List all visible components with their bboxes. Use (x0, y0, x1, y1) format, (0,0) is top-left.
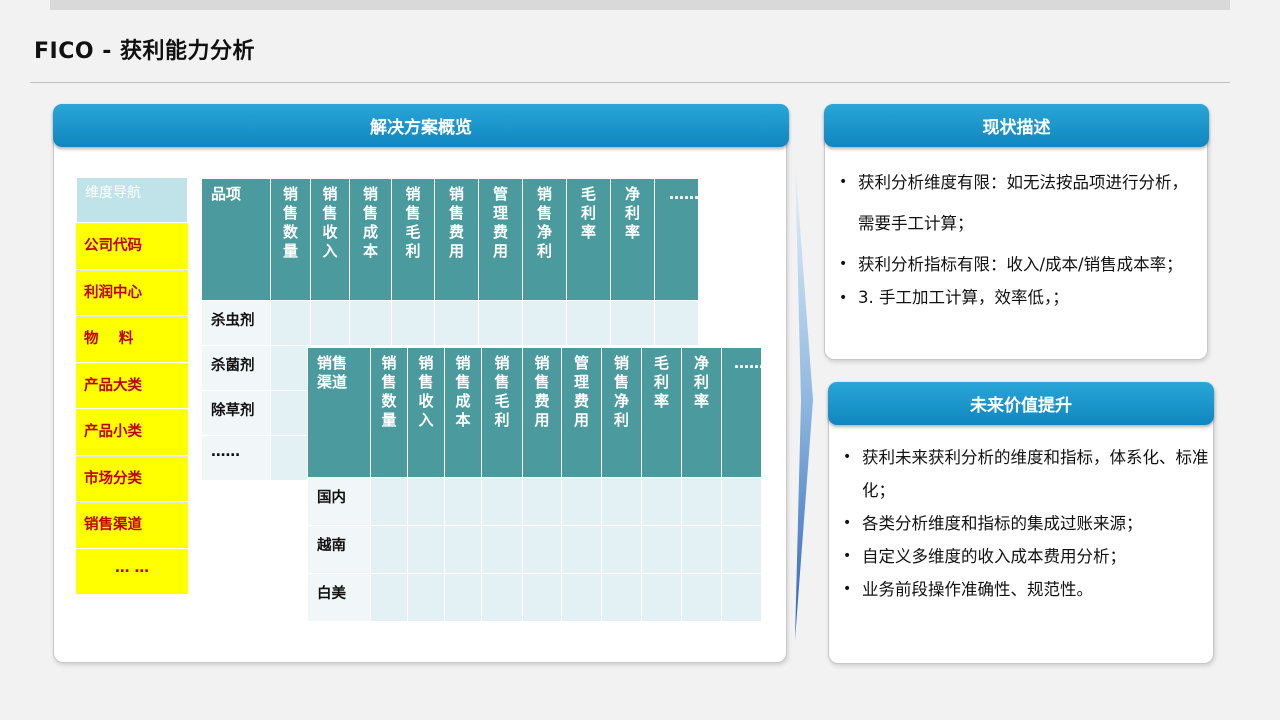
table-row-label: …… (201, 435, 271, 481)
future-value-header: 未来价值提升 (828, 382, 1214, 425)
page-title: FICO - 获利能力分析 (34, 39, 256, 64)
table-header-cell: 销售费用 (522, 347, 562, 478)
table-row-label: 杀虫剂 (201, 300, 271, 346)
table-header-cell: 销售成本 (349, 178, 392, 301)
table-header-cell: …… (654, 178, 699, 301)
table-header-cell: 销售数量 (270, 178, 311, 301)
list-item: 3. 手工加工计算，效率低，； (830, 285, 1200, 311)
dimension-nav: 维度导航 公司代码 利润中心 物 料 产品大类 产品小类 市场分类 销售渠道 …… (76, 177, 188, 595)
table-header-cell: 净利率 (610, 178, 655, 301)
table-header-cell: 销售收入 (310, 178, 350, 301)
list-item: 自定义多维度的收入成本费用分析； (834, 540, 1212, 573)
table-header-cell: 毛利率 (641, 347, 682, 478)
chevron-arrow-icon (795, 160, 813, 640)
dimension-nav-item[interactable]: 利润中心 (76, 269, 188, 316)
dimension-nav-item[interactable]: 市场分类 (76, 455, 188, 502)
table-header-cell: 销售净利 (522, 178, 567, 301)
table-header-cell: 销售收入 (407, 347, 445, 478)
table-header-cell: 销售费用 (434, 178, 479, 301)
table-header-cell: 品项 (201, 178, 271, 301)
table-row-label: 越南 (307, 525, 371, 574)
table-header-cell: …… (721, 347, 764, 478)
table-header-cell: 管理费用 (478, 178, 523, 301)
table-row-label: 国内 (307, 477, 371, 526)
table-header-cell: 销售净利 (601, 347, 642, 478)
title-divider (30, 82, 1230, 83)
table-header-cell: 销售成本 (444, 347, 482, 478)
status-list: 获利分析维度有限：如无法按品项进行分析，需要手工计算； 获利分析指标有限：收入/… (830, 162, 1200, 311)
table-header-cell: 管理费用 (561, 347, 602, 478)
table-header-cell: 销售毛利 (481, 347, 523, 478)
table-header-cell: 销售渠道 (307, 347, 371, 478)
list-item: 获利分析维度有限：如无法按品项进行分析，需要手工计算； (830, 162, 1200, 244)
dimension-nav-item[interactable]: 物 料 (76, 316, 188, 363)
future-value-list: 获利未来获利分析的维度和指标，体系化、标准化； 各类分析维度和指标的集成过账来源… (834, 441, 1212, 606)
dimension-nav-item[interactable]: … … (76, 548, 188, 595)
table-row-label: 杀菌剂 (201, 345, 271, 391)
top-bar (50, 0, 1230, 10)
dimension-nav-item[interactable]: 销售渠道 (76, 502, 188, 549)
table-header-cell: 净利率 (681, 347, 722, 478)
status-header: 现状描述 (824, 104, 1209, 147)
table-row-label: 除草剂 (201, 390, 271, 436)
list-item: 各类分析维度和指标的集成过账来源； (834, 507, 1212, 540)
solution-overview-header: 解决方案概览 (53, 104, 789, 147)
table-header-cell: 销售毛利 (391, 178, 435, 301)
dimension-nav-item[interactable]: 产品大类 (76, 362, 188, 409)
dimension-nav-item[interactable]: 公司代码 (76, 223, 188, 270)
list-item: 获利分析指标有限：收入/成本/销售成本率； (830, 244, 1200, 285)
table-header-cell: 销售数量 (370, 347, 408, 478)
list-item: 业务前段操作准确性、规范性。 (834, 573, 1212, 606)
table-header-cell: 毛利率 (566, 178, 611, 301)
dimension-nav-item[interactable]: 产品小类 (76, 409, 188, 456)
channel-profit-table: 销售渠道 销售数量 销售收入 销售成本 销售毛利 销售费用 管理费用 销售净利 … (307, 347, 764, 622)
list-item: 获利未来获利分析的维度和指标，体系化、标准化； (834, 441, 1212, 507)
table-row-label: 白美 (307, 573, 371, 622)
dimension-nav-header: 维度导航 (76, 177, 188, 223)
